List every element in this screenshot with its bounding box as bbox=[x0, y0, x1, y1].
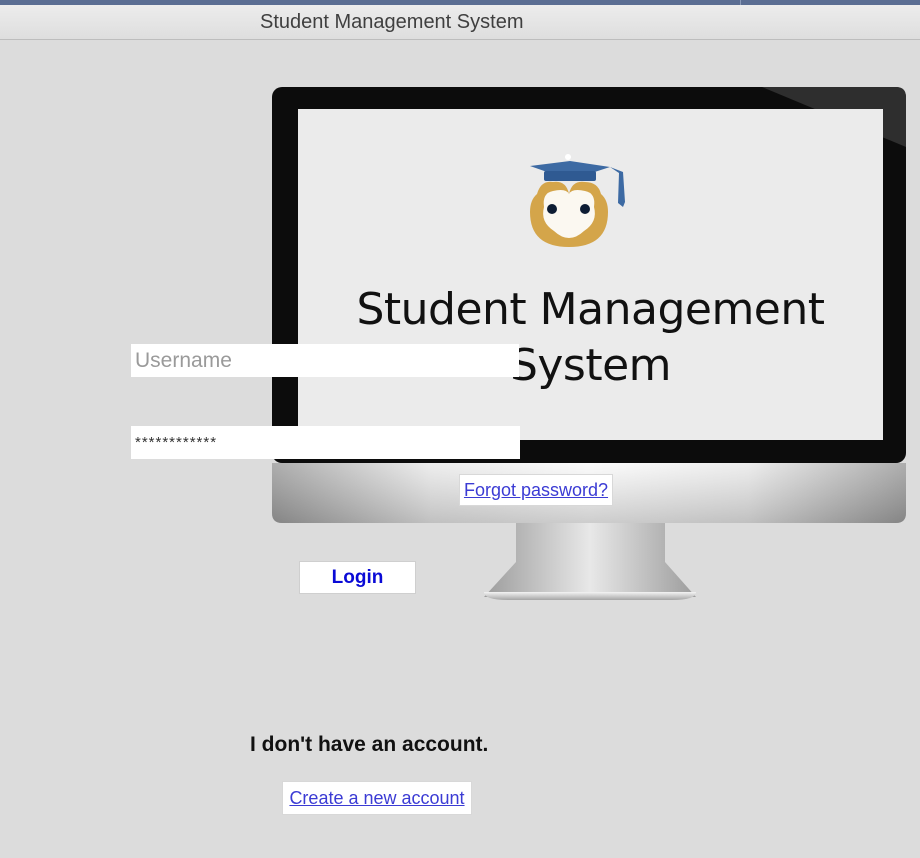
create-account-link[interactable]: Create a new account bbox=[289, 788, 464, 808]
logo-title: Student Management System bbox=[356, 284, 825, 391]
window-titlebar: Student Management System bbox=[0, 5, 920, 40]
monitor-base bbox=[484, 592, 696, 600]
create-account-container: Create a new account bbox=[282, 781, 472, 815]
forgot-password-container: Forgot password? bbox=[459, 474, 613, 506]
password-field[interactable] bbox=[131, 426, 520, 459]
monitor-stand bbox=[484, 522, 696, 597]
forgot-password-link[interactable]: Forgot password? bbox=[464, 480, 608, 500]
window-title: Student Management System bbox=[260, 11, 524, 33]
login-button[interactable]: Login bbox=[299, 561, 416, 594]
no-account-prompt: I don't have an account. bbox=[250, 733, 489, 756]
username-input[interactable] bbox=[131, 344, 519, 377]
